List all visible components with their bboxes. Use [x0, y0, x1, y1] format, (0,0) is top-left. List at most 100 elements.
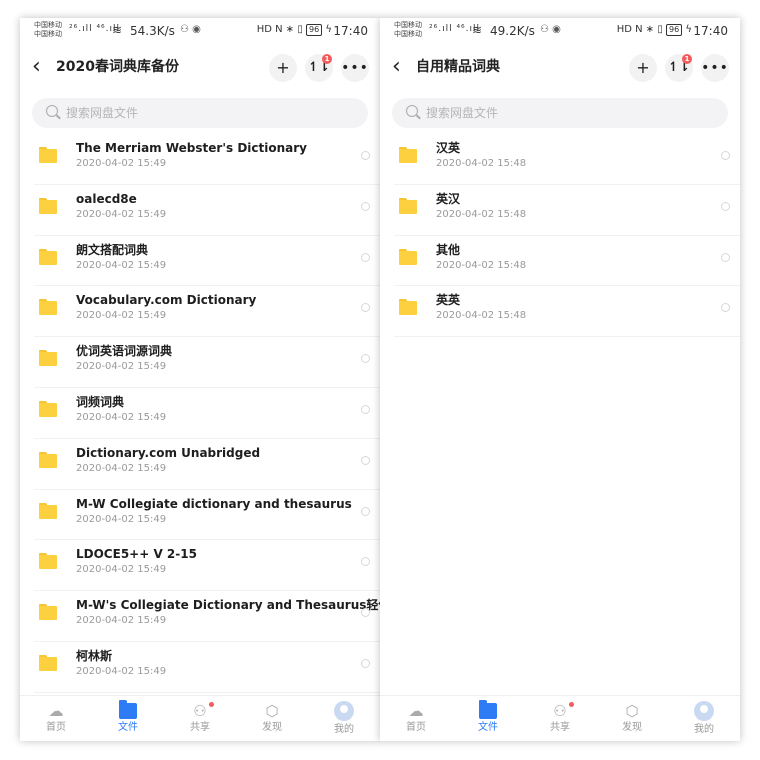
- select-radio[interactable]: [361, 151, 370, 160]
- folder-row[interactable]: M-W Collegiate dictionary and thesaurus 2…: [34, 490, 380, 541]
- folder-icon: [39, 299, 57, 316]
- network-speed: 49.2K/s: [490, 24, 535, 38]
- folder-row[interactable]: 英英 2020-04-02 15:48: [394, 286, 740, 338]
- notification-dot: [569, 702, 574, 707]
- system-icons: HD N ∗ ▯ 96 ϟ: [256, 24, 332, 36]
- folder-icon: [39, 400, 57, 417]
- notification-icons: ⚇ ◉: [180, 24, 201, 35]
- folder-name: 其他: [436, 242, 461, 257]
- folder-date: 2020-04-02 15:48: [436, 259, 527, 271]
- nav-home[interactable]: ☁ 首页: [380, 696, 452, 741]
- network-speed: 54.3K/s: [130, 24, 175, 38]
- file-list: 汉英 2020-04-02 15:48 英汉 2020-04-02 15:48 其他 20…: [380, 134, 740, 338]
- carrier-labels: 中国移动 中国移动: [34, 21, 62, 39]
- select-radio[interactable]: [361, 201, 370, 211]
- select-radio[interactable]: [721, 252, 730, 262]
- more-button[interactable]: •••: [701, 54, 729, 82]
- folder-row[interactable]: oalecd8e 2020-04-02 15:49: [34, 185, 380, 236]
- folder-name: oalecd8e: [76, 191, 137, 206]
- folder-icon: [39, 451, 57, 468]
- select-radio[interactable]: [361, 354, 370, 364]
- folder-row[interactable]: The Merriam Webster's Dictionary 2020-04-…: [34, 134, 380, 185]
- bottom-nav: ☁ 首页 文件 ⚇ 共享 ⬡ 发现 我的: [380, 695, 740, 741]
- system-icons-text: HD N ∗ ▯: [256, 24, 307, 35]
- search-icon: [406, 105, 418, 117]
- folder-name: 英英: [436, 293, 461, 308]
- search-icon: [46, 105, 58, 117]
- folder-row[interactable]: 其他 2020-04-02 15:48: [394, 236, 740, 287]
- folder-name: 优词英语词源词典: [76, 344, 173, 359]
- folder-row[interactable]: Dictionary.com Unabridged 2020-04-02 15:4…: [34, 439, 380, 490]
- select-radio[interactable]: [361, 303, 370, 313]
- folder-name: M-W Collegiate dictionary and thesaurus: [76, 496, 352, 511]
- folder-name: 词频词典: [76, 394, 125, 409]
- folder-icon: [39, 248, 57, 265]
- select-radio[interactable]: [361, 557, 370, 567]
- cloud-icon: ☁: [408, 702, 424, 720]
- carrier-label-2: 中国移动: [34, 30, 62, 38]
- nav-home[interactable]: ☁ 首页: [20, 696, 92, 741]
- sort-button[interactable]: ↿⇂ 1: [305, 54, 333, 82]
- nav-share[interactable]: ⚇ 共享: [524, 696, 596, 741]
- battery-icon: 96: [666, 24, 683, 36]
- more-button[interactable]: •••: [341, 54, 369, 82]
- nav-discover[interactable]: ⬡ 发现: [596, 696, 668, 741]
- sort-button[interactable]: ↿⇂ 1: [665, 54, 693, 82]
- add-button[interactable]: +: [629, 54, 657, 82]
- add-button[interactable]: +: [269, 54, 297, 82]
- nav-files[interactable]: 文件: [452, 696, 524, 741]
- system-icons-text: HD N ∗ ▯: [616, 24, 667, 35]
- folder-row[interactable]: 优词英语词源词典 2020-04-02 15:49: [34, 337, 380, 388]
- select-radio[interactable]: [361, 404, 370, 414]
- folder-name: Vocabulary.com Dictionary: [76, 293, 257, 308]
- folder-row[interactable]: 汉英 2020-04-02 15:48: [394, 134, 740, 185]
- select-radio[interactable]: [361, 455, 370, 465]
- folder-icon: [39, 502, 57, 519]
- folder-icon: [39, 350, 57, 367]
- folder-row[interactable]: 朗文搭配词典 2020-04-02 15:49: [34, 236, 380, 287]
- folder-row[interactable]: 词频词典 2020-04-02 15:49: [34, 388, 380, 439]
- folder-icon: [39, 197, 57, 214]
- folder-icon: [39, 147, 57, 163]
- select-radio[interactable]: [361, 608, 370, 618]
- folder-date: 2020-04-02 15:49: [76, 158, 167, 169]
- folder-date: 2020-04-02 15:49: [76, 615, 167, 627]
- folder-date: 2020-04-02 15:48: [436, 208, 527, 220]
- back-icon[interactable]: ‹: [392, 54, 401, 80]
- search-input[interactable]: 搜索网盘文件: [32, 98, 368, 128]
- select-radio[interactable]: [721, 151, 730, 160]
- select-radio[interactable]: [361, 658, 370, 668]
- nav-discover[interactable]: ⬡ 发现: [236, 696, 308, 741]
- nav-mine[interactable]: 我的: [308, 696, 380, 741]
- search-input[interactable]: 搜索网盘文件: [392, 98, 728, 128]
- nav-mine[interactable]: 我的: [668, 696, 740, 741]
- select-radio[interactable]: [721, 201, 730, 211]
- folder-row[interactable]: Vocabulary.com Dictionary 2020-04-02 15:4…: [34, 286, 380, 338]
- select-radio[interactable]: [721, 303, 730, 313]
- nav-files[interactable]: 文件: [92, 696, 164, 741]
- folder-date: 2020-04-02 15:49: [76, 361, 167, 373]
- folder-row[interactable]: 英汉 2020-04-02 15:48: [394, 185, 740, 236]
- back-icon[interactable]: ‹: [32, 54, 41, 80]
- nav-discover-label: 发现: [262, 722, 282, 733]
- folder-icon: [399, 147, 417, 163]
- select-radio[interactable]: [361, 252, 370, 262]
- folder-name: LDOCE5++ V 2-15: [76, 547, 197, 562]
- folder-icon: [479, 700, 497, 719]
- folder-row[interactable]: LDOCE5++ V 2-15 2020-04-02 15:49: [34, 540, 380, 592]
- page-title: 2020春词典库备份: [56, 59, 179, 75]
- folder-icon: [119, 700, 137, 719]
- status-bar: 中国移动 中国移动 ²⁶.ıll ⁴⁶.ıll ≋ 54.3K/s ⚇ ◉ HD…: [20, 18, 380, 46]
- folder-row[interactable]: M-W's Collegiate Dictionary and Thesauru…: [34, 591, 380, 642]
- folder-date: 2020-04-02 15:48: [436, 158, 527, 169]
- nav-share-label: 共享: [550, 722, 570, 733]
- nav-share[interactable]: ⚇ 共享: [164, 696, 236, 741]
- bottom-nav: ☁ 首页 文件 ⚇ 共享 ⬡ 发现 我的: [20, 695, 380, 741]
- folder-icon: [399, 299, 417, 316]
- battery-icon: 96: [306, 24, 323, 36]
- folder-icon: [39, 654, 57, 671]
- folder-row[interactable]: 柯林斯 2020-04-02 15:49: [34, 642, 380, 693]
- folder-icon: [39, 553, 57, 570]
- select-radio[interactable]: [361, 506, 370, 516]
- folder-icon: [39, 604, 57, 621]
